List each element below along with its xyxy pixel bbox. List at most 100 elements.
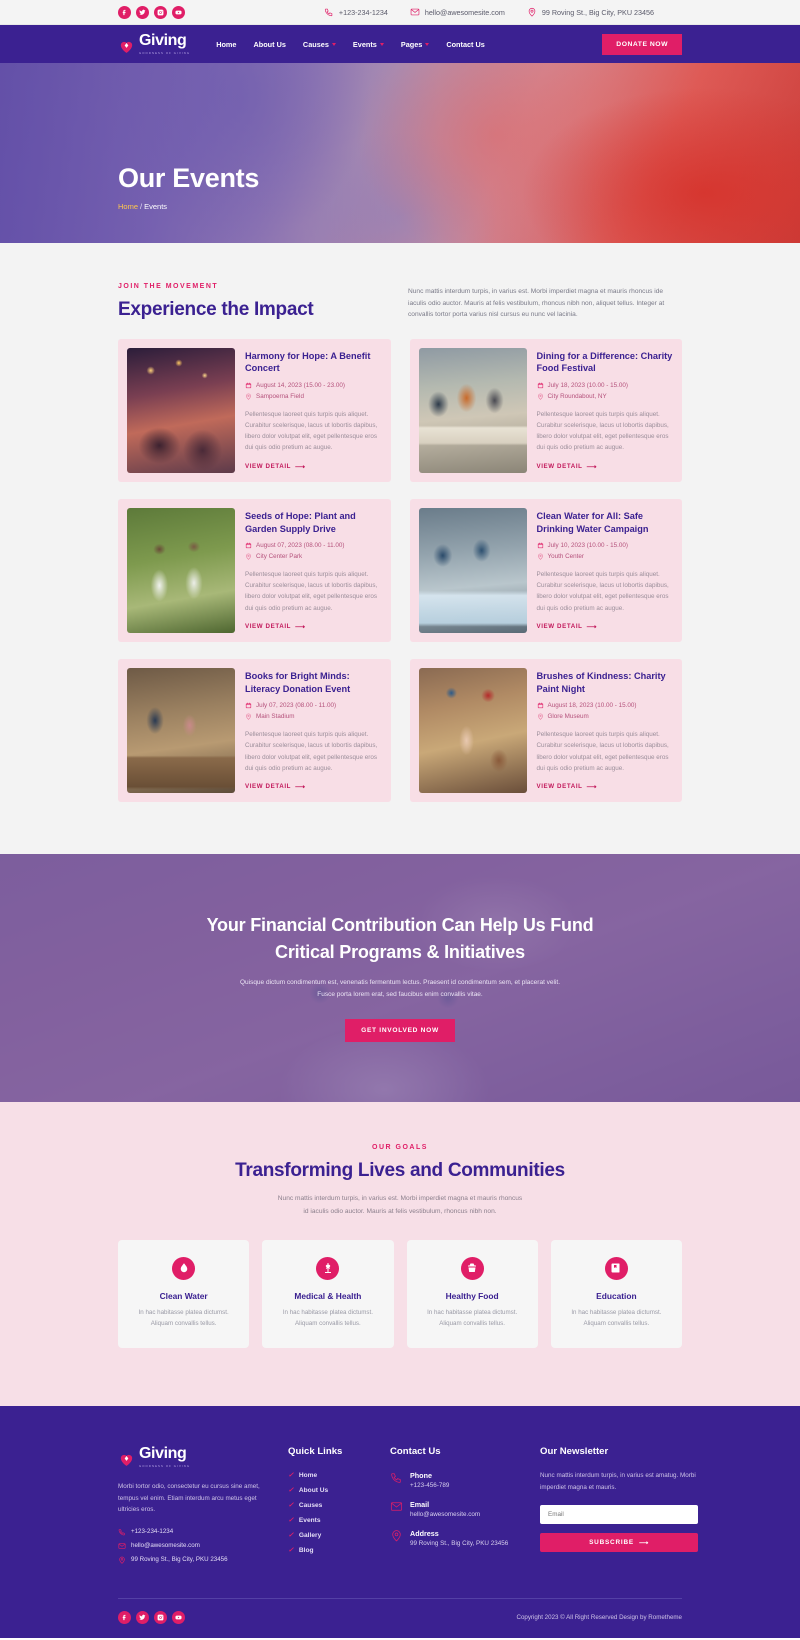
calendar-icon [537, 382, 543, 388]
copyright-text: Copyright 2023 © All Right Reserved Desi… [516, 1613, 682, 1621]
event-location-row: Main Stadium [245, 713, 382, 720]
goal-card-healthy-food[interactable]: Healthy Food In hac habitasse platea dic… [406, 1239, 538, 1349]
event-title: Harmony for Hope: A Benefit Concert [245, 351, 371, 374]
get-involved-button[interactable]: GET INVOLVED NOW [345, 1019, 455, 1043]
event-thumbnail [127, 668, 235, 794]
quick-link-gallery[interactable]: ✓ Gallery [288, 1531, 370, 1540]
topbar-address: 99 Roving St., Big City, PKU 23456 [527, 7, 654, 17]
cta-title: Your Financial Contribution Can Help Us … [118, 912, 682, 964]
goal-card-clean-water[interactable]: Clean Water In hac habitasse platea dict… [118, 1239, 250, 1349]
event-date: July 10, 2023 (10.00 - 15.00) [547, 542, 629, 549]
chevron-down-icon [425, 42, 430, 46]
newsletter-email-input[interactable] [540, 1505, 698, 1525]
subscribe-label: SUBSCRIBE [589, 1539, 634, 1547]
goal-text: In hac habitasse platea dictumst. Aliqua… [427, 1308, 518, 1327]
view-detail-link[interactable]: VIEW DETAIL ⟶ [537, 463, 598, 471]
twitter-icon[interactable] [136, 5, 149, 19]
contact-email-value: hello@awesomesite.com [410, 1511, 481, 1519]
contact-email-item[interactable]: Email hello@awesomesite.com [390, 1500, 520, 1518]
cta-desc-line1: Quisque dictum condimentum est, venenati… [239, 978, 561, 986]
nav-item-home[interactable]: Home [216, 40, 236, 49]
goal-text: In hac habitasse platea dictumst. Aliqua… [138, 1308, 229, 1327]
facebook-icon[interactable] [118, 1610, 131, 1624]
subscribe-button[interactable]: SUBSCRIBE ⟶ [540, 1533, 698, 1553]
contact-phone-item[interactable]: Phone +123-456-789 [390, 1471, 520, 1489]
event-date-row: July 10, 2023 (10.00 - 15.00) [537, 542, 674, 549]
footer-columns: Giving GOODNESS OF GIVING Morbi tortor o… [118, 1446, 698, 1564]
events-heading-block: JOIN THE MOVEMENT Experience the Impact [118, 283, 396, 321]
instagram-icon[interactable] [154, 5, 167, 19]
quick-link-events[interactable]: ✓ Events [288, 1516, 370, 1525]
footer-phone[interactable]: +123-234-1234 [118, 1528, 268, 1536]
event-meta: August 18, 2023 (10.00 - 15.00) Glore Mu… [537, 702, 674, 720]
location-icon [537, 553, 543, 560]
nav-item-pages[interactable]: Pages [401, 40, 430, 49]
youtube-icon[interactable] [172, 1610, 185, 1624]
view-detail-link[interactable]: VIEW DETAIL ⟶ [245, 463, 306, 471]
quick-link-causes[interactable]: ✓ Causes [288, 1501, 370, 1510]
goals-desc-line1: Nunc mattis interdum turpis, in varius e… [277, 1195, 523, 1203]
nav-item-contact-us[interactable]: Contact Us [446, 40, 485, 49]
footer-contact-list: +123-234-1234 hello@awesomesite.com 99 R… [118, 1528, 268, 1564]
location-icon [246, 393, 251, 400]
medical-caduceus-icon [316, 1256, 340, 1280]
nav-item-causes[interactable]: Causes [303, 40, 336, 49]
goal-card-education[interactable]: Education In hac habitasse platea dictum… [550, 1239, 682, 1349]
event-card[interactable]: Clean Water for All: Safe Drinking Water… [409, 499, 682, 643]
footer-contact-column: Contact Us Phone +123-456-789 Email hell… [390, 1446, 520, 1563]
view-detail-link[interactable]: VIEW DETAIL ⟶ [537, 623, 598, 631]
nav-label: Contact Us [446, 39, 485, 49]
instagram-icon[interactable] [154, 1610, 167, 1624]
nav-item-events[interactable]: Events [353, 40, 384, 49]
event-description: Pellentesque laoreet quis turpis quis al… [245, 410, 378, 452]
event-body: Dining for a Difference: Charity Food Fe… [537, 348, 674, 473]
view-detail-link[interactable]: VIEW DETAIL ⟶ [537, 783, 598, 791]
phone-icon [118, 1529, 125, 1536]
youtube-icon[interactable] [172, 5, 185, 19]
view-detail-link[interactable]: VIEW DETAIL ⟶ [245, 783, 306, 791]
donate-now-button[interactable]: DONATE NOW [602, 33, 682, 55]
event-body: Books for Bright Minds: Literacy Donatio… [245, 668, 382, 793]
facebook-icon[interactable] [118, 5, 131, 19]
contact-email-label: Email [410, 1500, 430, 1510]
event-card[interactable]: Books for Bright Minds: Literacy Donatio… [118, 659, 391, 803]
events-eyebrow: JOIN THE MOVEMENT [118, 283, 219, 290]
event-thumbnail [127, 348, 235, 474]
quick-link-home[interactable]: ✓ Home [288, 1471, 370, 1480]
contact-address-item: Address 99 Roving St., Big City, PKU 234… [390, 1529, 520, 1547]
newsletter-heading: Our Newsletter [540, 1446, 609, 1458]
contact-address-value: 99 Roving St., Big City, PKU 23456 [410, 1540, 509, 1548]
site-footer: Giving GOODNESS OF GIVING Morbi tortor o… [0, 1406, 800, 1638]
quick-links-heading: Quick Links [288, 1446, 343, 1458]
topbar-phone[interactable]: +123-234-1234 [324, 7, 388, 17]
breadcrumb-home-link[interactable]: Home [118, 202, 138, 211]
event-meta: July 18, 2023 (10.00 - 15.00) City Round… [537, 382, 674, 400]
goal-card-medical-health[interactable]: Medical & Health In hac habitasse platea… [262, 1239, 394, 1349]
goals-desc-line2: id iaculis odio auctor. Mauris at felis … [303, 1207, 497, 1215]
quick-link-about-us[interactable]: ✓ About Us [288, 1486, 370, 1495]
nav-item-about-us[interactable]: About Us [253, 40, 285, 49]
event-card[interactable]: Dining for a Difference: Charity Food Fe… [409, 339, 682, 483]
nav-label: Home [216, 39, 237, 49]
event-card[interactable]: Harmony for Hope: A Benefit Concert Augu… [118, 339, 391, 483]
events-description: Nunc mattis interdum turpis, in varius e… [408, 288, 665, 319]
view-detail-link[interactable]: VIEW DETAIL ⟶ [245, 623, 306, 631]
twitter-icon[interactable] [136, 1610, 149, 1624]
water-drop-icon [172, 1256, 196, 1280]
event-card[interactable]: Seeds of Hope: Plant and Garden Supply D… [118, 499, 391, 643]
footer-logo[interactable]: Giving GOODNESS OF GIVING [118, 1446, 268, 1468]
site-logo[interactable]: Giving GOODNESS OF GIVING [118, 33, 190, 55]
event-title: Books for Bright Minds: Literacy Donatio… [245, 671, 351, 694]
quick-link-blog[interactable]: ✓ Blog [288, 1546, 370, 1555]
event-card[interactable]: Brushes of Kindness: Charity Paint Night… [409, 659, 682, 803]
event-date: July 07, 2023 (08.00 - 11.00) [256, 702, 337, 710]
event-date: August 18, 2023 (10.00 - 15.00) [547, 702, 637, 710]
contact-phone-value: +123-456-789 [410, 1482, 450, 1490]
event-body: Harmony for Hope: A Benefit Concert Augu… [245, 348, 382, 473]
footer-address: 99 Roving St., Big City, PKU 23456 [118, 1556, 268, 1564]
topbar-email[interactable]: hello@awesomesite.com [410, 7, 505, 17]
logo-text-block: Giving GOODNESS OF GIVING [139, 33, 190, 55]
view-detail-label: VIEW DETAIL [245, 783, 292, 791]
event-description: Pellentesque laoreet quis turpis quis al… [536, 731, 669, 772]
footer-email[interactable]: hello@awesomesite.com [118, 1542, 268, 1550]
